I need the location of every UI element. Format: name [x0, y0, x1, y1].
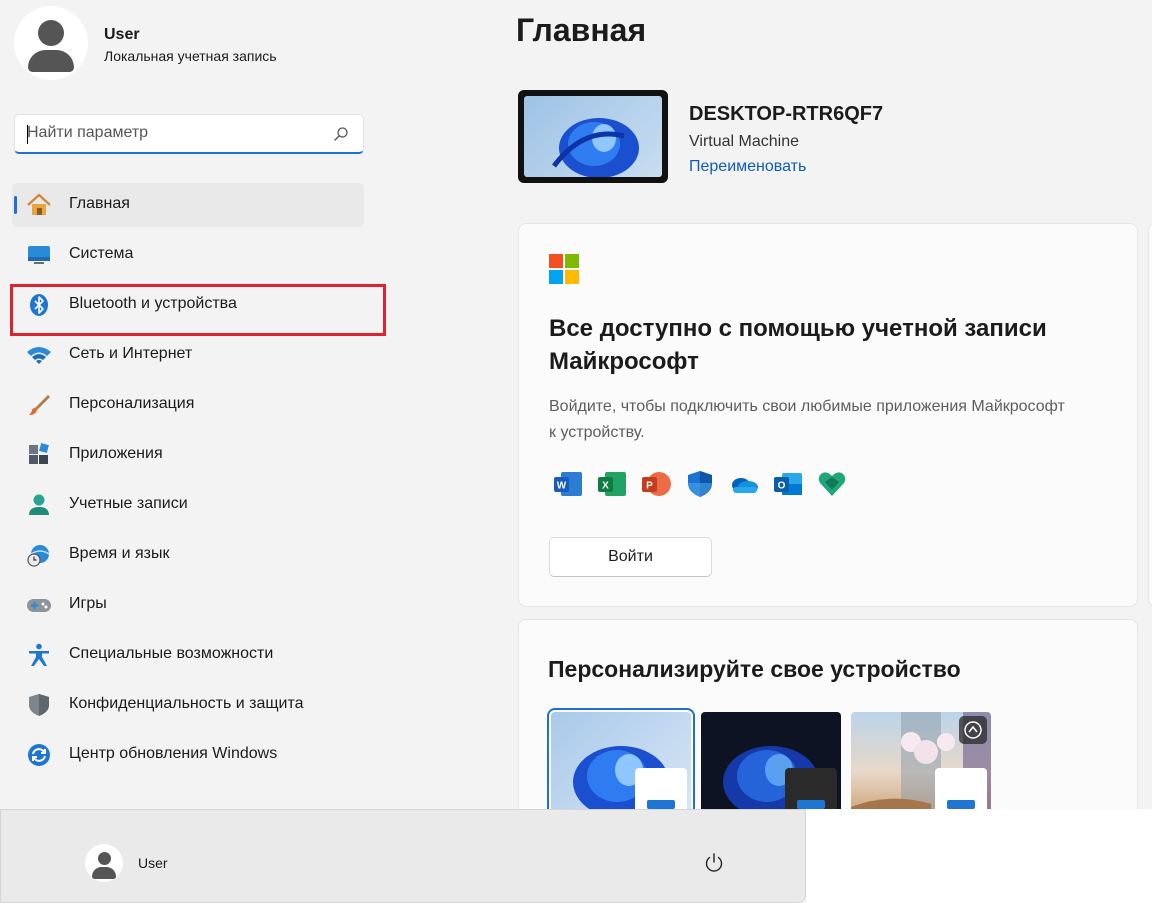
- sidebar-item-apps[interactable]: Приложения: [12, 433, 364, 477]
- adjacent-card-edge: [1148, 223, 1152, 607]
- desktop-background: [806, 809, 1152, 903]
- card-title: Персонализируйте свое устройство: [548, 656, 961, 682]
- sidebar-item-label: Главная: [69, 195, 130, 212]
- system-icon: [28, 246, 50, 264]
- rename-link[interactable]: Переименовать: [689, 158, 806, 176]
- time-language-icon: [27, 545, 50, 567]
- apps-icon: [29, 443, 49, 464]
- start-menu-footer: User: [0, 809, 806, 903]
- highlight-box: [10, 284, 386, 336]
- user-avatar[interactable]: [14, 6, 88, 80]
- search-icon[interactable]: [333, 126, 349, 142]
- text-caret: [27, 125, 28, 144]
- card-title: Все доступно с помощью учетной записи Ма…: [549, 315, 1047, 375]
- sidebar-item-windows-update[interactable]: Центр обновления Windows: [12, 733, 364, 777]
- sidebar-item-label: Приложения: [69, 445, 163, 462]
- sidebar-item-label: Сеть и Интернет: [69, 345, 193, 362]
- sidebar-item-home[interactable]: Главная: [12, 183, 364, 227]
- page-title: Главная: [516, 12, 647, 48]
- bloom-wallpaper-icon: [552, 118, 639, 177]
- family-safety-icon: [818, 472, 846, 496]
- sidebar-item-label: Специальные возможности: [69, 645, 274, 662]
- word-icon: W: [554, 472, 582, 496]
- microsoft-logo-icon: [549, 254, 579, 284]
- sidebar-item-label: Центр обновления Windows: [69, 745, 278, 762]
- sidebar-item-label: Время и язык: [69, 545, 170, 562]
- brush-icon: [29, 395, 50, 415]
- defender-icon: [688, 471, 712, 497]
- app-icons-row: W X P O: [553, 470, 847, 498]
- personalize-card: Персонализируйте свое устройство: [518, 619, 1138, 819]
- sidebar-item-privacy[interactable]: Конфиденциальность и защита: [12, 683, 364, 727]
- sidebar-item-label: Конфиденциальность и защита: [69, 695, 304, 712]
- sidebar-item-label: Персонализация: [69, 395, 195, 412]
- sign-in-button[interactable]: Войти: [549, 537, 712, 577]
- footer-user-name[interactable]: User: [138, 855, 168, 871]
- svg-text:W: W: [557, 481, 567, 492]
- wifi-icon: [27, 347, 51, 364]
- sidebar-item-personalization[interactable]: Персонализация: [12, 383, 364, 427]
- theme-dark[interactable]: [701, 712, 841, 818]
- user-name: User: [104, 26, 140, 43]
- sidebar-item-network[interactable]: Сеть и Интернет: [12, 333, 364, 377]
- sidebar-item-system[interactable]: Система: [12, 233, 364, 277]
- microsoft-account-card: Все доступно с помощью учетной записи Ма…: [518, 223, 1138, 607]
- sidebar-item-gaming[interactable]: Игры: [12, 583, 364, 627]
- device-type: Virtual Machine: [689, 133, 799, 150]
- active-indicator: [14, 196, 17, 214]
- sidebar-item-time-language[interactable]: Время и язык: [12, 533, 364, 577]
- svg-text:X: X: [602, 481, 609, 492]
- gamepad-icon: [27, 599, 51, 612]
- spotlight-badge-icon: [959, 716, 987, 744]
- power-icon[interactable]: [703, 852, 725, 874]
- shield-icon: [29, 694, 49, 716]
- accessibility-icon: [29, 643, 49, 666]
- sidebar-item-accounts[interactable]: Учетные записи: [12, 483, 364, 527]
- account-icon: [29, 494, 49, 515]
- device-thumbnail: [518, 90, 668, 183]
- outlook-icon: O: [774, 473, 802, 495]
- sidebar-item-label: Игры: [69, 595, 107, 612]
- avatar[interactable]: [85, 844, 123, 882]
- search-input[interactable]: [15, 115, 315, 151]
- theme-spotlight[interactable]: [851, 712, 991, 818]
- svg-text:P: P: [646, 481, 653, 492]
- svg-text:O: O: [778, 481, 786, 492]
- excel-icon: X: [598, 472, 626, 496]
- sidebar-item-accessibility[interactable]: Специальные возможности: [12, 633, 364, 677]
- sidebar-item-label: Учетные записи: [69, 495, 188, 512]
- powerpoint-icon: P: [642, 472, 671, 496]
- search-box[interactable]: [14, 114, 364, 154]
- onedrive-icon: [732, 478, 758, 493]
- sidebar-item-label: Система: [69, 245, 134, 262]
- card-description: Войдите, чтобы подключить свои любимые п…: [549, 398, 1065, 441]
- home-icon: [27, 193, 51, 215]
- theme-light[interactable]: [547, 708, 695, 818]
- account-type: Локальная учетная запись: [104, 48, 277, 64]
- update-icon: [28, 744, 50, 766]
- device-name: DESKTOP-RTR6QF7: [689, 103, 884, 125]
